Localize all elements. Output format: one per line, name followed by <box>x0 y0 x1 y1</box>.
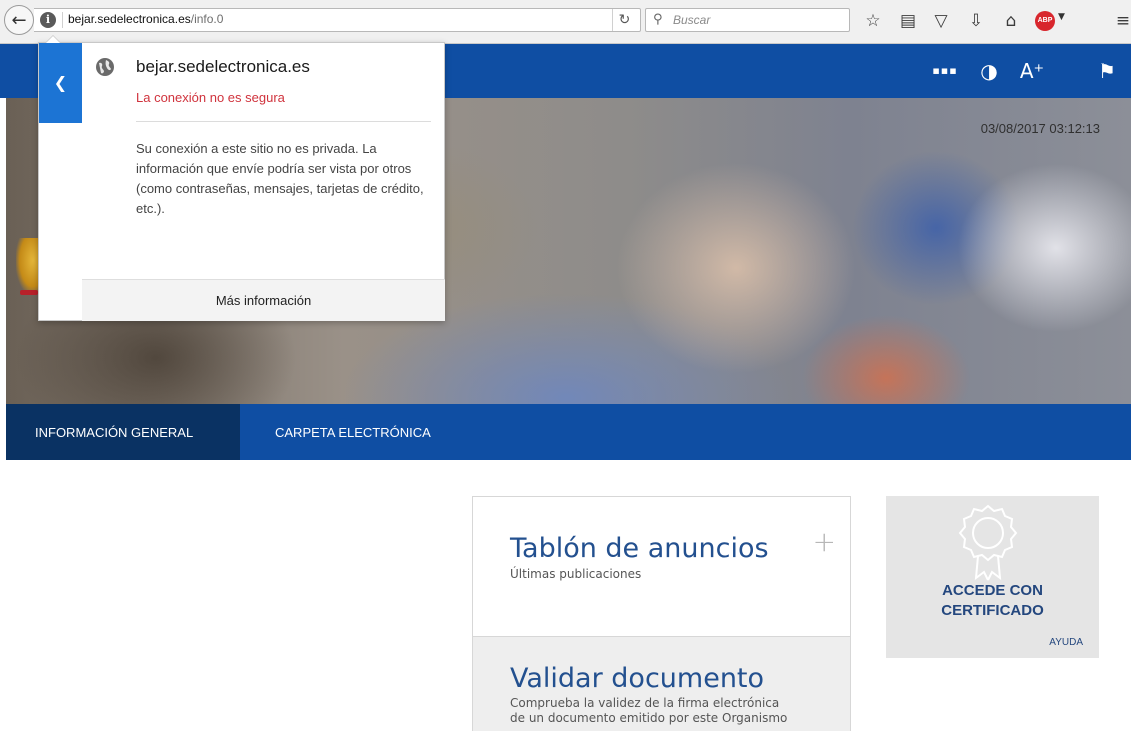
certificate-title[interactable]: ACCEDE CON CERTIFICADO <box>886 581 1099 621</box>
plus-icon[interactable]: + <box>813 525 836 558</box>
download-icon[interactable]: ⇩ <box>964 9 988 33</box>
sitemap-icon[interactable]: ▪▪▪ <box>930 58 960 84</box>
menu-icon[interactable]: ≡ <box>1111 9 1131 33</box>
more-info-button[interactable]: Más información <box>82 279 445 321</box>
popup-description: Su conexión a este sitio no es privada. … <box>136 141 424 216</box>
adblock-caret-icon[interactable]: ▼ <box>1058 12 1065 22</box>
validar-card[interactable]: Validar documento Comprueba la validez d… <box>472 636 851 731</box>
url-path: /info.0 <box>190 12 224 26</box>
popup-arrow-inner <box>46 36 60 43</box>
url-separator <box>62 12 63 28</box>
certificate-access-box[interactable]: ACCEDE CON CERTIFICADO AYUDA <box>886 496 1099 658</box>
tab-informacion-general[interactable]: INFORMACIÓN GENERAL <box>6 404 240 460</box>
adblock-icon[interactable]: ABP <box>1035 11 1055 31</box>
help-link[interactable]: AYUDA <box>1049 637 1083 648</box>
certificate-title-line: CERTIFICADO <box>941 602 1044 619</box>
validar-subtitle-line: Comprueba la validez de la firma electró… <box>510 696 780 710</box>
tab-carpeta-electronica[interactable]: CARPETA ELECTRÓNICA <box>275 404 431 460</box>
popup-host: bejar.sedelectronica.es <box>136 57 310 76</box>
certificate-title-line: ACCEDE CON <box>942 582 1043 599</box>
bookmark-star-icon[interactable]: ☆ <box>861 9 885 33</box>
tablon-subtitle: Últimas publicaciones <box>510 567 642 581</box>
search-icon: ⚲ <box>653 12 663 27</box>
logo-ribbon <box>20 290 38 295</box>
main-nav: INFORMACIÓN GENERAL CARPETA ELECTRÓNICA <box>6 404 1131 460</box>
back-arrow-icon[interactable]: ← <box>4 5 34 35</box>
reading-list-icon[interactable]: ▤ <box>896 9 920 33</box>
reload-icon[interactable]: ↻ <box>612 9 636 31</box>
font-size-icon[interactable]: A⁺ <box>1017 58 1047 84</box>
language-flag-icon[interactable]: ⚑ <box>1092 58 1122 84</box>
screen: ← i bejar.sedelectronica.es/info.0 ↻ ⚲ B… <box>0 0 1131 731</box>
tablon-title[interactable]: Tablón de anuncios <box>510 533 769 564</box>
home-icon[interactable]: ⌂ <box>999 9 1023 33</box>
validar-subtitle-line: de un documento emitido por este Organis… <box>510 711 788 725</box>
url-text[interactable]: bejar.sedelectronica.es/info.0 <box>68 12 223 26</box>
insecure-connection-warning: La conexión no es segura <box>136 90 285 105</box>
info-icon[interactable]: i <box>40 12 56 28</box>
certificate-badge-icon <box>958 504 1018 581</box>
popup-divider <box>136 121 431 122</box>
current-datetime: 03/08/2017 03:12:13 <box>980 121 1100 136</box>
validar-title[interactable]: Validar documento <box>510 663 764 694</box>
contrast-icon[interactable]: ◑ <box>974 58 1004 84</box>
url-bar[interactable]: i bejar.sedelectronica.es/info.0 ↻ <box>34 8 641 32</box>
browser-toolbar: ← i bejar.sedelectronica.es/info.0 ↻ ⚲ B… <box>0 0 1131 44</box>
pocket-icon[interactable]: ▽ <box>929 9 953 33</box>
globe-icon <box>96 58 114 76</box>
search-input[interactable]: Buscar <box>673 13 710 27</box>
popup-back-button[interactable]: ❮ <box>39 43 82 123</box>
url-host: bejar.sedelectronica.es <box>68 12 191 26</box>
tablon-card[interactable]: Tablón de anuncios Últimas publicaciones… <box>472 496 851 637</box>
connection-security-popup: ❮ bejar.sedelectronica.es La conexión no… <box>38 35 445 321</box>
search-bar[interactable]: ⚲ Buscar <box>645 8 850 32</box>
validar-subtitle: Comprueba la validez de la firma electró… <box>510 696 787 726</box>
